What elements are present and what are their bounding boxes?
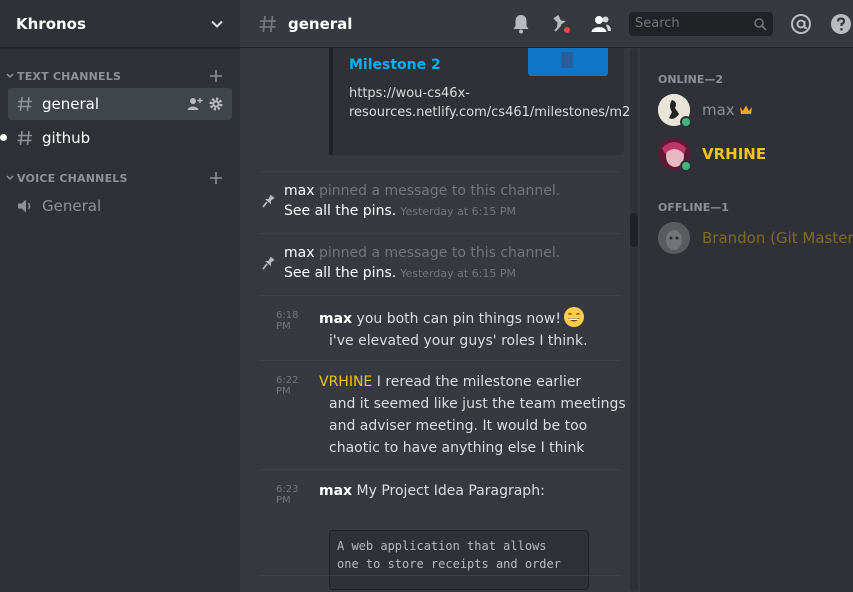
crown-icon: [739, 105, 752, 114]
speaker-icon: [18, 199, 31, 213]
hash-icon: [259, 15, 276, 32]
channel-label: General: [42, 197, 102, 215]
channel-github[interactable]: github: [0, 122, 232, 154]
system-action: pinned a message to this channel.: [314, 183, 561, 199]
chevron-down-icon: [6, 73, 14, 79]
search-input[interactable]: Search: [629, 11, 773, 36]
system-subline: See all the pins. Yesterday at 6:15 PM: [284, 203, 516, 219]
document-icon: [561, 52, 573, 68]
member-list: ONLINE—2 max VRHINE OFFLINE—1 Brandon (G…: [640, 48, 853, 592]
member-item[interactable]: VRHINE: [658, 137, 767, 172]
message-author[interactable]: max: [319, 311, 352, 327]
message-text: and adviser meeting. It would be too: [329, 418, 588, 434]
message-timestamp: 6:22 PM: [276, 375, 299, 397]
online-status: [680, 160, 692, 172]
member-name: Brandon (Git Master): [702, 229, 853, 247]
code-block: A web application that allows one to sto…: [329, 530, 589, 590]
member-item[interactable]: Brandon (Git Master): [658, 221, 853, 255]
online-status: [680, 116, 692, 128]
message-text: I reread the milestone earlier: [376, 374, 582, 390]
message-text: My Project Idea Paragraph:: [356, 483, 545, 499]
help-icon[interactable]: [829, 12, 853, 36]
message-body: max you both can pin things now! i've el…: [319, 306, 629, 352]
message-timestamp: 6:18 PM: [276, 310, 299, 332]
message-body: max My Project Idea Paragraph:: [319, 480, 629, 502]
message-list[interactable]: Milestone 2 https://wou-cs46x-resources.…: [240, 48, 640, 592]
channel-general[interactable]: general: [8, 88, 232, 120]
server-name: Khronos: [16, 14, 86, 33]
voice-channel-general[interactable]: General: [8, 190, 232, 222]
gear-icon[interactable]: [208, 96, 224, 112]
see-pins-link[interactable]: See all the pins.: [284, 265, 396, 281]
channel-header: general Search: [240, 0, 853, 48]
chevron-down-icon[interactable]: [210, 17, 224, 31]
message-divider: [260, 171, 620, 172]
channel-label: github: [42, 129, 91, 147]
add-member-icon[interactable]: [187, 96, 203, 112]
message-text: i've elevated your guys' roles I think.: [329, 333, 588, 349]
category-text-channels[interactable]: TEXT CHANNELS: [0, 66, 240, 86]
scrollbar-track[interactable]: [630, 48, 638, 592]
bell-icon[interactable]: [509, 12, 533, 36]
channel-sidebar: Khronos TEXT CHANNELS general github VOI…: [0, 0, 240, 592]
message-timestamp: 6:23 PM: [276, 484, 299, 506]
embed-title[interactable]: Milestone 2: [349, 57, 441, 73]
channel-title: general: [288, 14, 353, 33]
category-label: TEXT CHANNELS: [17, 69, 122, 83]
chevron-down-icon: [6, 175, 14, 181]
grin-emoji: [563, 307, 584, 327]
at-icon[interactable]: [789, 12, 813, 36]
message-divider: [260, 295, 620, 296]
message-text: chaotic to have anything else I think: [329, 440, 585, 456]
message-timestamp: Yesterday at 6:15 PM: [400, 205, 516, 218]
message-author[interactable]: max: [319, 483, 352, 499]
embed-url[interactable]: https://wou-cs46x-resources.netlify.com/…: [349, 84, 630, 122]
offline-header: OFFLINE—1: [658, 201, 729, 214]
hash-icon: [17, 130, 32, 146]
code-line: A web application that allows: [337, 539, 547, 553]
member-item[interactable]: max: [658, 93, 753, 128]
avatar: [658, 94, 692, 128]
hash-icon: [17, 96, 32, 112]
message-divider: [260, 469, 620, 470]
system-subline: See all the pins. Yesterday at 6:15 PM: [284, 265, 516, 281]
message-divider: [260, 360, 620, 361]
search-icon: [754, 17, 767, 31]
code-line: one to store receipts and order: [337, 557, 561, 571]
system-text: max pinned a message to this channel.: [284, 183, 560, 199]
members-icon[interactable]: [589, 12, 613, 36]
message-timestamp: Yesterday at 6:15 PM: [400, 267, 516, 280]
pin-icon: [262, 194, 275, 208]
message-divider: [260, 575, 620, 576]
pin-icon: [262, 256, 275, 270]
system-action: pinned a message to this channel.: [314, 245, 561, 261]
online-header: ONLINE—2: [658, 73, 724, 86]
message-author[interactable]: VRHINE: [319, 374, 372, 390]
scrollbar-thumb[interactable]: [630, 213, 638, 247]
avatar: [658, 138, 692, 172]
category-label: VOICE CHANNELS: [17, 171, 128, 185]
plus-icon[interactable]: [208, 170, 224, 186]
server-header[interactable]: Khronos: [0, 0, 240, 48]
member-name: max: [702, 101, 735, 119]
message-author[interactable]: max: [284, 245, 315, 261]
channel-label: general: [42, 95, 100, 113]
message-text: and it seemed like just the team meeting…: [329, 396, 626, 412]
embed-thumbnail[interactable]: [528, 48, 608, 76]
system-text: max pinned a message to this channel.: [284, 245, 560, 261]
member-name: VRHINE: [702, 145, 767, 163]
pin-icon[interactable]: [549, 12, 573, 36]
plus-icon[interactable]: [208, 68, 224, 84]
message-body: VRHINE I reread the milestone earlier an…: [319, 371, 629, 459]
search-placeholder: Search: [635, 16, 680, 31]
message-author[interactable]: max: [284, 183, 315, 199]
category-voice-channels[interactable]: VOICE CHANNELS: [0, 168, 240, 188]
message-divider: [260, 233, 620, 234]
avatar: [658, 222, 690, 254]
avatar-image: [658, 222, 690, 254]
see-pins-link[interactable]: See all the pins.: [284, 203, 396, 219]
link-embed: Milestone 2 https://wou-cs46x-resources.…: [329, 48, 630, 155]
message-text: you both can pin things now!: [356, 311, 561, 327]
unread-indicator: [0, 134, 7, 141]
